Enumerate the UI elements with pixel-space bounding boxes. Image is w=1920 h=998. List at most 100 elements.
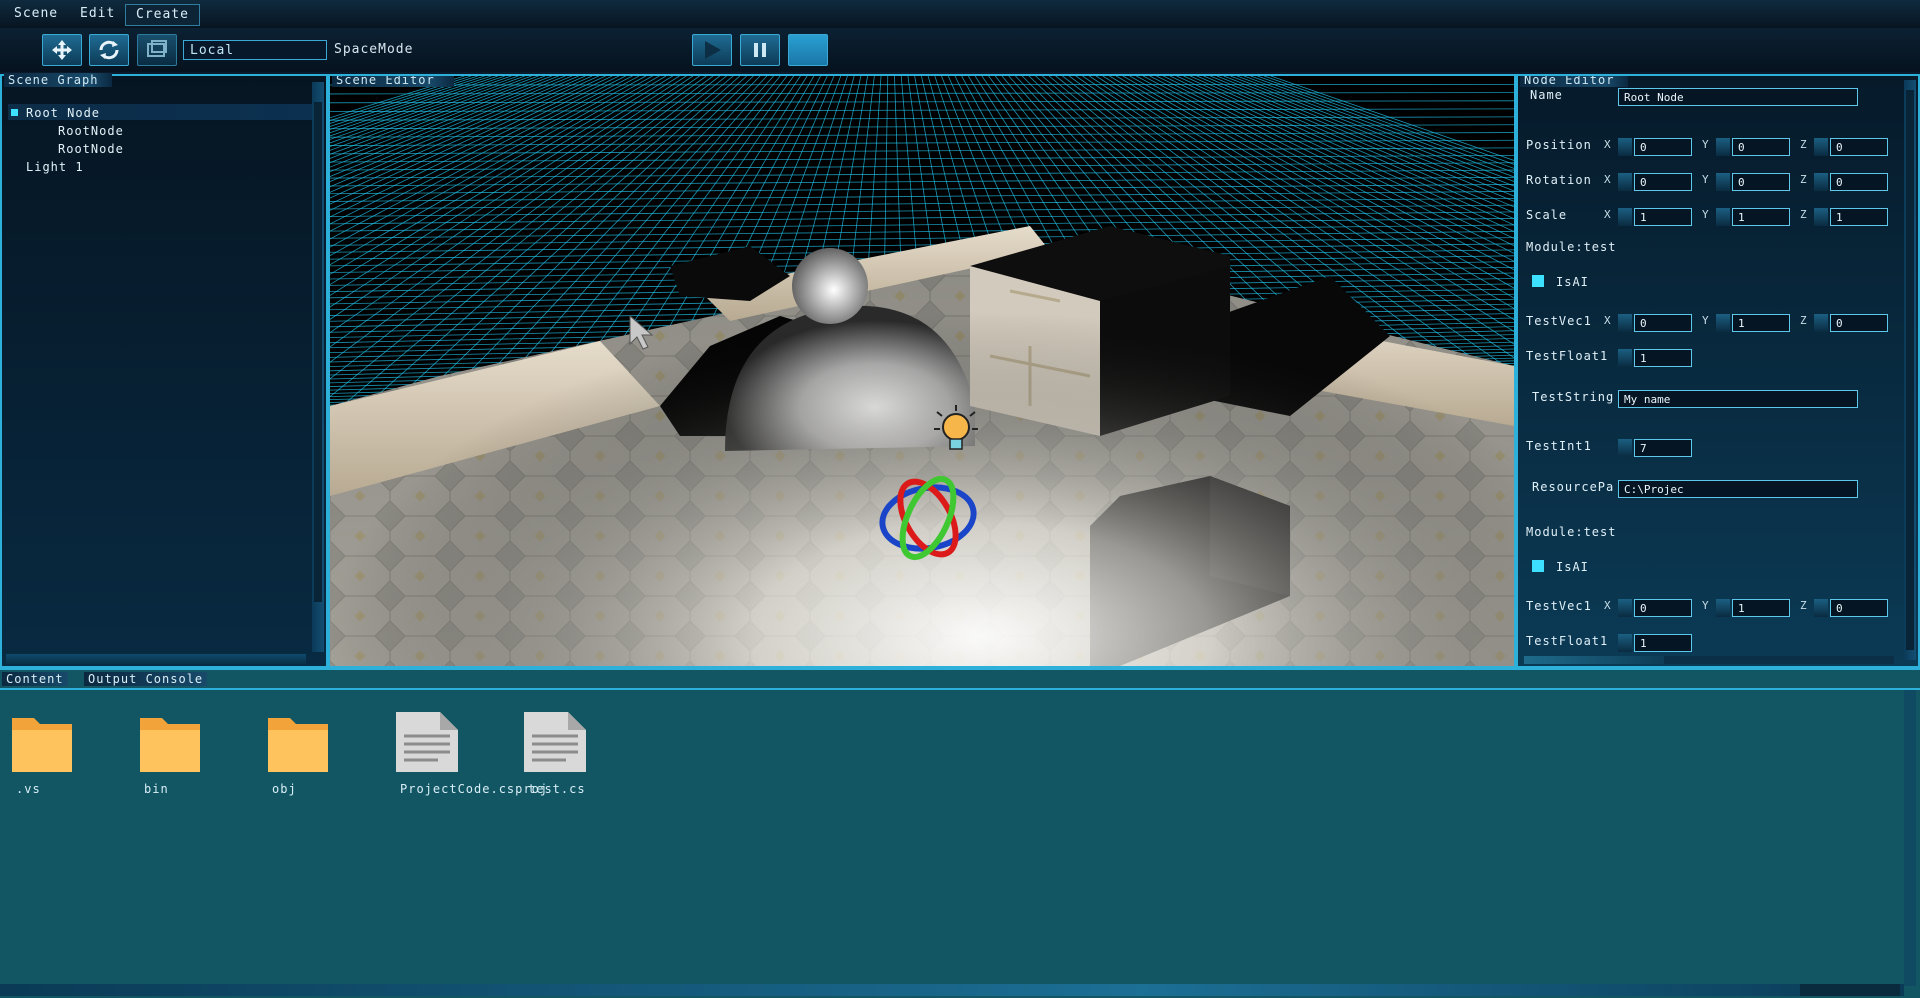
folder-icon	[140, 718, 200, 772]
rotate-icon	[99, 40, 119, 60]
testvec2-y-field[interactable]: 1	[1732, 599, 1790, 617]
scale-z-spinner[interactable]	[1814, 208, 1828, 226]
testvec2-y-spinner[interactable]	[1716, 599, 1730, 617]
stop-icon	[795, 38, 821, 62]
testint-spinner[interactable]	[1618, 439, 1632, 457]
testvec-x-spinner[interactable]	[1618, 314, 1632, 332]
testint-field[interactable]: 7	[1634, 439, 1692, 457]
folder-icon	[12, 718, 72, 772]
rotation-z-spinner[interactable]	[1814, 173, 1828, 191]
tree-item-rootnode-2[interactable]: RootNode	[58, 142, 124, 156]
testvec-label-2: TestVec1	[1526, 599, 1592, 613]
testvec-y-spinner[interactable]	[1716, 314, 1730, 332]
axis-x-label: X	[1604, 599, 1611, 612]
testfloat2-spinner[interactable]	[1618, 634, 1632, 652]
testvec-x-field[interactable]: 0	[1634, 314, 1692, 332]
teststring-field[interactable]: My name	[1618, 390, 1858, 408]
testvec2-z-field[interactable]: 0	[1830, 599, 1888, 617]
stop-button[interactable]	[788, 34, 828, 66]
rotate-tool-button[interactable]	[89, 34, 129, 66]
position-y-spinner[interactable]	[1716, 138, 1730, 156]
node-editor-vscroll[interactable]	[1904, 80, 1916, 660]
scale-y-spinner[interactable]	[1716, 208, 1730, 226]
folder-icon	[268, 718, 328, 772]
menu-edit[interactable]: Edit	[70, 4, 125, 24]
scale-x-field[interactable]: 1	[1634, 208, 1692, 226]
tree-expand-icon[interactable]	[11, 109, 18, 116]
position-x-spinner[interactable]	[1618, 138, 1632, 156]
testfloat-field[interactable]: 1	[1634, 349, 1692, 367]
scale-tool-button[interactable]	[137, 34, 177, 66]
isai-label-2: IsAI	[1556, 560, 1589, 574]
testvec-y-field[interactable]: 1	[1732, 314, 1790, 332]
position-y-field[interactable]: 0	[1732, 138, 1790, 156]
position-label: Position	[1526, 138, 1592, 152]
move-tool-button[interactable]	[42, 34, 82, 66]
node-editor-title: Node Editor	[1520, 76, 1628, 87]
testvec2-x-spinner[interactable]	[1618, 599, 1632, 617]
axis-y-label: Y	[1702, 208, 1709, 221]
position-x-field[interactable]: 0	[1634, 138, 1692, 156]
axis-x-label: X	[1604, 138, 1611, 151]
menu-scene[interactable]: Scene	[4, 4, 68, 24]
resource-field[interactable]: C:\Projec	[1618, 480, 1858, 498]
node-editor-hscroll[interactable]	[1524, 656, 1894, 664]
testvec-z-spinner[interactable]	[1814, 314, 1828, 332]
scale-x-spinner[interactable]	[1618, 208, 1632, 226]
testvec-z-field[interactable]: 0	[1830, 314, 1888, 332]
testvec-label: TestVec1	[1526, 314, 1592, 328]
scale-label: Scale	[1526, 208, 1568, 222]
rotation-z-field[interactable]: 0	[1830, 173, 1888, 191]
axis-y-label: Y	[1702, 314, 1709, 327]
isai-checkbox[interactable]	[1532, 275, 1544, 287]
content-vscroll[interactable]	[1904, 690, 1916, 986]
file-item-bin[interactable]: bin	[138, 710, 218, 796]
file-label: test.cs	[528, 782, 586, 796]
tree-item-root-node[interactable]: Root Node	[26, 106, 100, 120]
testvec2-x-field[interactable]: 0	[1634, 599, 1692, 617]
isai-checkbox-2[interactable]	[1532, 560, 1544, 572]
scale-y-field[interactable]: 1	[1732, 208, 1790, 226]
file-item-test-cs[interactable]: test.cs	[522, 710, 602, 796]
testvec2-z-spinner[interactable]	[1814, 599, 1828, 617]
viewport-3d[interactable]	[330, 76, 1514, 666]
file-item-obj[interactable]: obj	[266, 710, 346, 796]
scene-graph-hscroll[interactable]	[6, 654, 306, 664]
tree-item-light-1[interactable]: Light 1	[26, 160, 84, 174]
tab-content[interactable]: Content	[2, 672, 68, 686]
scene-graph-vscroll[interactable]	[312, 82, 324, 652]
file-item-projectcode[interactable]: ProjectCode.csproj	[394, 710, 547, 796]
tree-item-rootnode-1[interactable]: RootNode	[58, 124, 124, 138]
testfloat-spinner[interactable]	[1618, 349, 1632, 367]
play-button[interactable]	[692, 34, 732, 66]
file-label: bin	[144, 782, 169, 796]
resource-label: ResourcePа	[1532, 480, 1615, 494]
file-icon	[524, 712, 586, 772]
file-item-vs[interactable]: .vs	[10, 710, 90, 796]
axis-y-label: Y	[1702, 173, 1709, 186]
file-label: ProjectCode.csproj	[400, 782, 549, 796]
rotation-x-field[interactable]: 0	[1634, 173, 1692, 191]
pause-button[interactable]	[740, 34, 780, 66]
testfloat2-field[interactable]: 1	[1634, 634, 1692, 652]
menu-create[interactable]: Create	[125, 4, 200, 26]
space-mode-select[interactable]: Local	[183, 40, 327, 60]
axis-x-label: X	[1604, 208, 1611, 221]
axis-z-label: Z	[1800, 173, 1807, 186]
name-label: Name	[1530, 88, 1563, 102]
scene-editor-panel: Scene Editor	[328, 74, 1516, 668]
axis-z-label: Z	[1800, 314, 1807, 327]
rotation-y-spinner[interactable]	[1716, 173, 1730, 191]
rotation-x-spinner[interactable]	[1618, 173, 1632, 191]
name-field[interactable]: Root Node	[1618, 88, 1858, 106]
scale-z-field[interactable]: 1	[1830, 208, 1888, 226]
content-hscroll[interactable]	[0, 984, 1904, 996]
position-z-spinner[interactable]	[1814, 138, 1828, 156]
teststring-label: TestString	[1532, 390, 1615, 404]
position-z-field[interactable]: 0	[1830, 138, 1888, 156]
space-mode-label: SpaceMode	[334, 42, 414, 57]
rotation-y-field[interactable]: 0	[1732, 173, 1790, 191]
tab-output-console[interactable]: Output Console	[84, 672, 208, 686]
rotation-label: Rotation	[1526, 173, 1592, 187]
axis-z-label: Z	[1800, 208, 1807, 221]
